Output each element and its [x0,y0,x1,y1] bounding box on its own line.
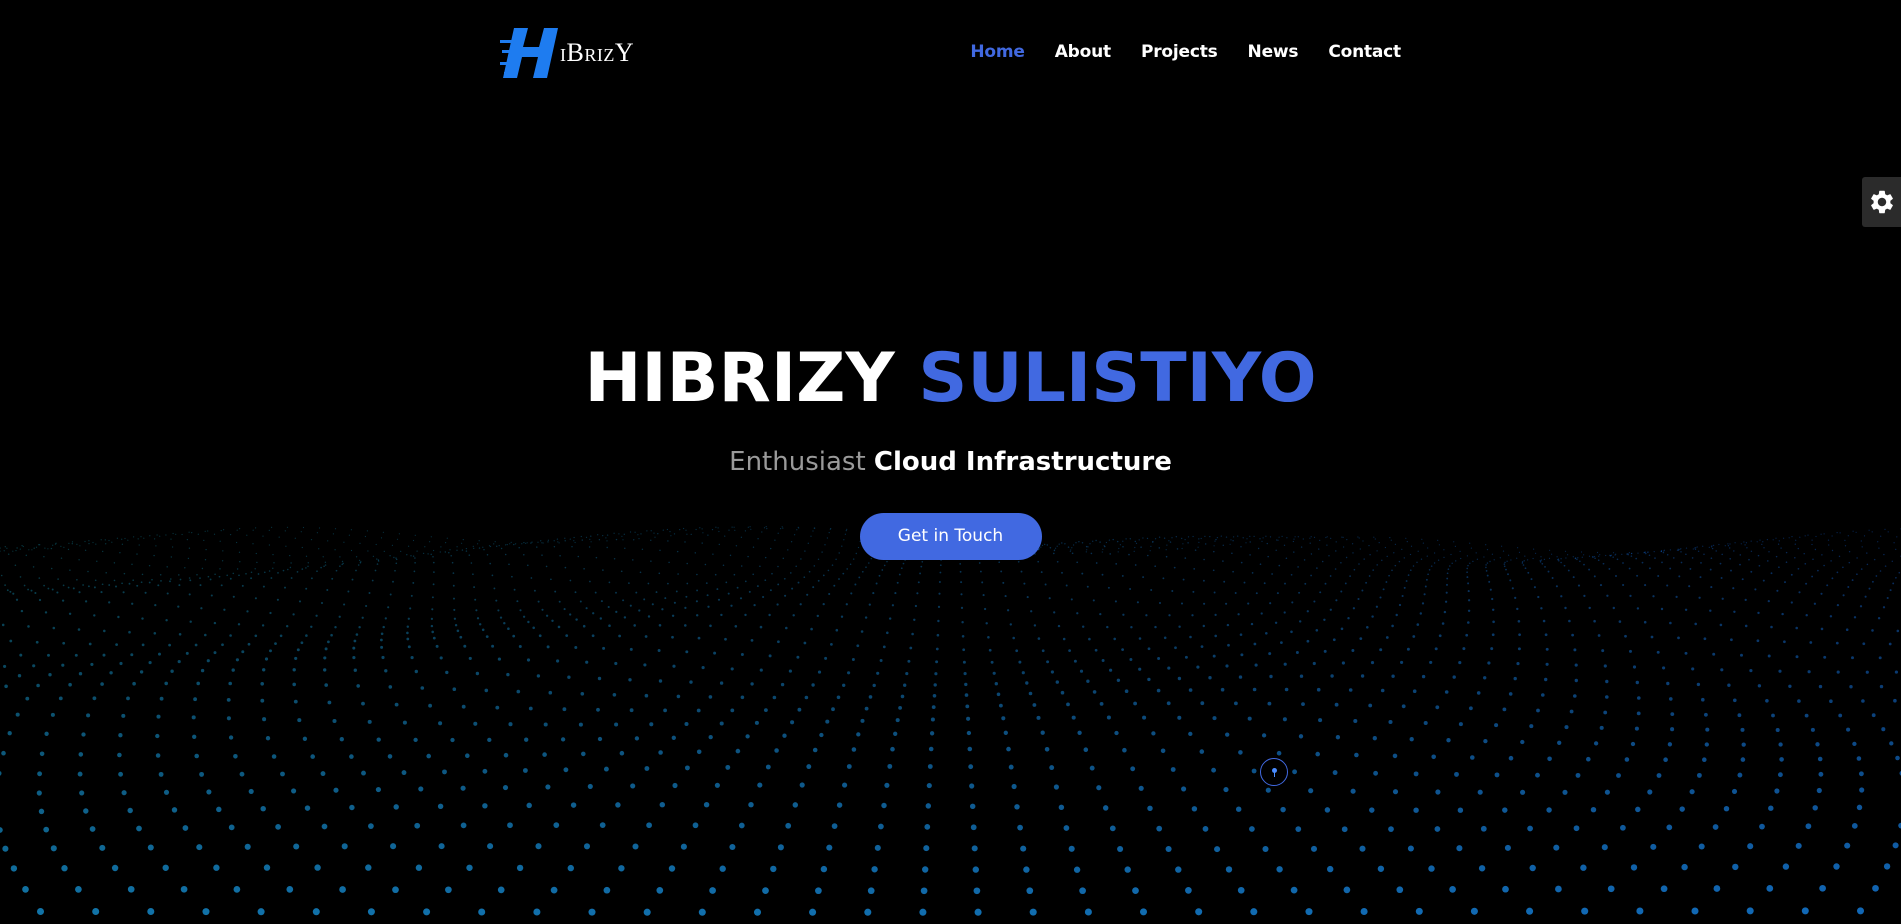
logo-mark-icon [500,28,558,78]
gear-icon [1870,190,1893,214]
nav-item-news[interactable]: News [1248,42,1299,62]
hero-title-second: SULISTIYO [918,339,1317,418]
get-in-touch-button[interactable]: Get in Touch [859,513,1042,560]
hero-section: HIBRIZY SULISTIYO Enthusiast Cloud Infra… [0,345,1901,560]
nav-item-contact[interactable]: Contact [1328,42,1401,62]
hero-subtitle: Enthusiast Cloud Infrastructure [0,447,1901,477]
nav-item-about[interactable]: About [1055,42,1111,62]
scroll-tail [1273,772,1275,777]
page: iBrizY Home About Projects News Contact … [0,0,1901,924]
hero-title: HIBRIZY SULISTIYO [0,345,1901,413]
scroll-down-icon[interactable] [1260,758,1288,786]
hero-subtitle-strong: Cloud Infrastructure [873,447,1172,477]
logo[interactable]: iBrizY [500,26,650,80]
site-header: iBrizY Home About Projects News Contact [0,0,1901,110]
hero-title-first: HIBRIZY [584,339,895,418]
logo-text: iBrizY [560,38,635,67]
main-nav: Home About Projects News Contact [970,42,1401,62]
nav-item-home[interactable]: Home [970,42,1025,62]
nav-item-projects[interactable]: Projects [1141,42,1218,62]
hero-subtitle-muted: Enthusiast [729,447,866,477]
settings-toggle-button[interactable] [1862,177,1901,227]
